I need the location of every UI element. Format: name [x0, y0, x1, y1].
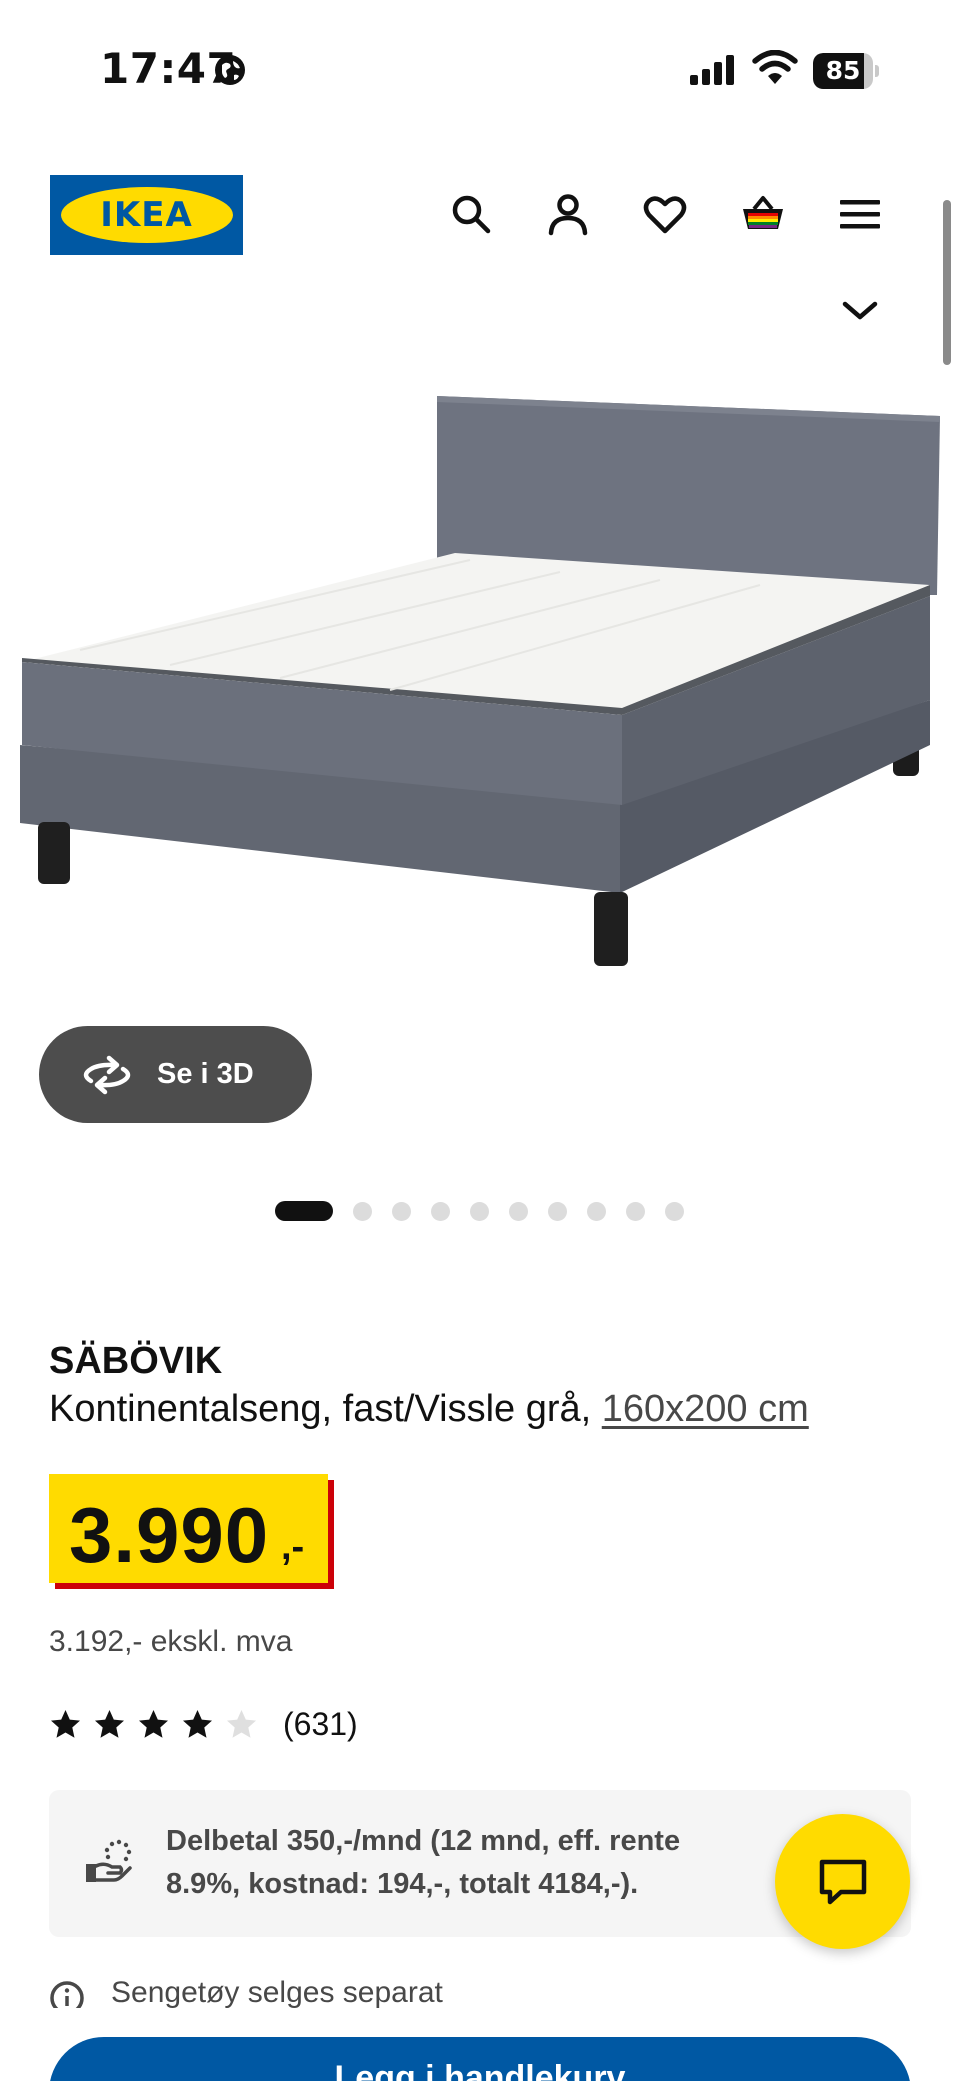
carousel-dot[interactable]: [392, 1202, 411, 1221]
star-filled-icon: [139, 1709, 168, 1738]
signal-icon: [690, 55, 734, 85]
installment-text: Delbetal 350,-/mnd (12 mnd, eff. rente 8…: [166, 1825, 681, 1900]
battery-icon: 85: [813, 53, 879, 89]
cart-icon: [743, 196, 783, 229]
price-suffix: ,-: [281, 1526, 305, 1568]
info-icon: [50, 1981, 84, 2008]
price-value: 3.990: [69, 1491, 270, 1579]
star-filled-icon: [51, 1709, 80, 1738]
chat-button[interactable]: [775, 1814, 910, 1949]
battery-cap: [875, 65, 879, 77]
carousel-dot[interactable]: [548, 1202, 567, 1221]
carousel-dot[interactable]: [665, 1202, 684, 1221]
product-description: Kontinentalseng, fast/Vissle grå, 160x20…: [49, 1388, 809, 1431]
payment-hand-icon: [86, 1839, 132, 1882]
separate-bedding-notice: Sengetøy selges separat: [49, 1978, 443, 2008]
chevron-down-icon[interactable]: [836, 290, 884, 330]
account-icon: [548, 194, 588, 236]
account-button[interactable]: [540, 186, 596, 242]
view-3d-label: Se i 3D: [157, 1058, 254, 1090]
carousel-dot[interactable]: [626, 1202, 645, 1221]
ikea-logo[interactable]: IKEA: [50, 175, 243, 255]
favorites-button[interactable]: [637, 186, 693, 242]
star-filled-icon: [183, 1709, 212, 1738]
rating[interactable]: (631): [49, 1700, 358, 1748]
ikea-logo-text: IKEA: [100, 195, 193, 235]
ikea-logo-oval: IKEA: [60, 187, 233, 243]
product-description-text: Kontinentalseng, fast/Vissle grå,: [49, 1388, 602, 1430]
menu-button[interactable]: [832, 186, 888, 242]
battery-body: 85: [813, 53, 873, 89]
carousel-dot[interactable]: [431, 1202, 450, 1221]
star-empty-icon: [227, 1709, 256, 1738]
rotate-3d-icon: [83, 1055, 131, 1094]
battery-level: 85: [825, 56, 861, 85]
status-bar: 17:47 85: [0, 0, 960, 140]
size-link[interactable]: 160x200 cm: [602, 1388, 809, 1430]
price-box: 3.990 ,-: [49, 1474, 328, 1583]
carousel-dot-active[interactable]: [275, 1201, 333, 1221]
carousel-dot[interactable]: [353, 1202, 372, 1221]
cart-button[interactable]: [735, 186, 791, 242]
review-count[interactable]: (631): [283, 1706, 358, 1743]
price-excl-vat: 3.192,- ekskl. mva: [49, 1625, 293, 1658]
scrollbar[interactable]: [943, 200, 951, 365]
search-icon: [452, 195, 491, 234]
chat-icon: [819, 1859, 866, 1904]
heart-icon: [643, 196, 687, 234]
carousel-dot[interactable]: [587, 1202, 606, 1221]
view-3d-button[interactable]: Se i 3D: [39, 1026, 312, 1123]
search-button[interactable]: [443, 186, 499, 242]
wifi-icon: [752, 50, 798, 84]
product-page: 17:47 85 IKEA Se i 3D SÄBÖVIK Kontinenta…: [0, 0, 960, 2081]
notice-text: Sengetøy selges separat: [111, 1978, 443, 2008]
add-to-cart-button[interactable]: Legg i handlekurv: [49, 2037, 911, 2081]
carousel-dot[interactable]: [509, 1202, 528, 1221]
carousel-dot[interactable]: [470, 1202, 489, 1221]
rating-stars: [49, 1708, 269, 1741]
menu-icon: [840, 200, 880, 229]
product-image[interactable]: [0, 360, 960, 1020]
globe-icon: [215, 55, 245, 85]
product-name: SÄBÖVIK: [49, 1340, 223, 1382]
star-filled-icon: [95, 1709, 124, 1738]
